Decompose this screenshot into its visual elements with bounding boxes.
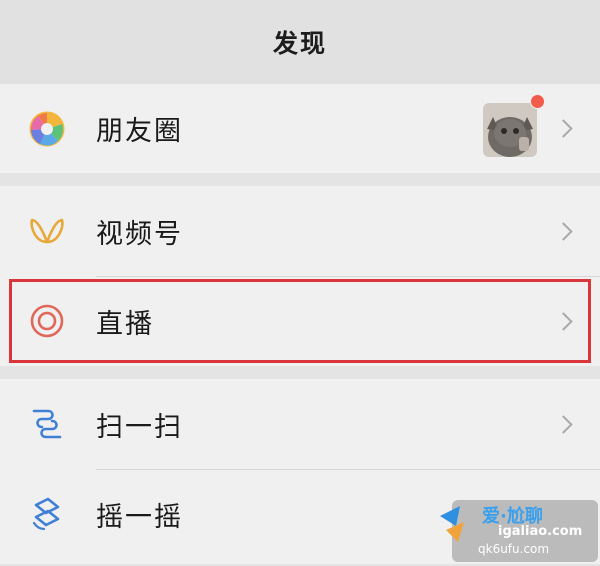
list-item-label: 视频号 [96,218,183,250]
channels-icon [27,211,67,251]
chevron-right-icon [554,414,573,434]
live-icon [27,301,67,341]
list-item-scan[interactable]: 扫一扫 [0,379,600,469]
chevron-right-icon [554,221,573,241]
watermark-url-secondary: qk6ufu.com [478,542,550,556]
navigation-bar: 发现 [0,0,600,84]
moments-preview-thumbnail [483,103,537,157]
list-item-channels[interactable]: 视频号 [0,186,600,276]
list-item-label: 直播 [96,308,154,340]
site-watermark: 爱·尬聊 igaliao.com qk6ufu.com [438,496,598,562]
chevron-right-icon [554,119,573,138]
moments-aperture-icon [27,109,67,149]
page-title: 发现 [272,29,327,58]
watermark-url: igaliao.com [498,524,583,539]
unread-badge [530,94,545,109]
list-item-label: 扫一扫 [96,411,183,443]
list-item-live[interactable]: 直播 [0,276,600,366]
chevron-right-icon [554,311,573,331]
scan-icon [27,404,67,444]
list-item-label: 朋友圈 [96,116,183,147]
list-item-label: 摇一摇 [96,501,183,533]
shake-icon [27,494,67,534]
